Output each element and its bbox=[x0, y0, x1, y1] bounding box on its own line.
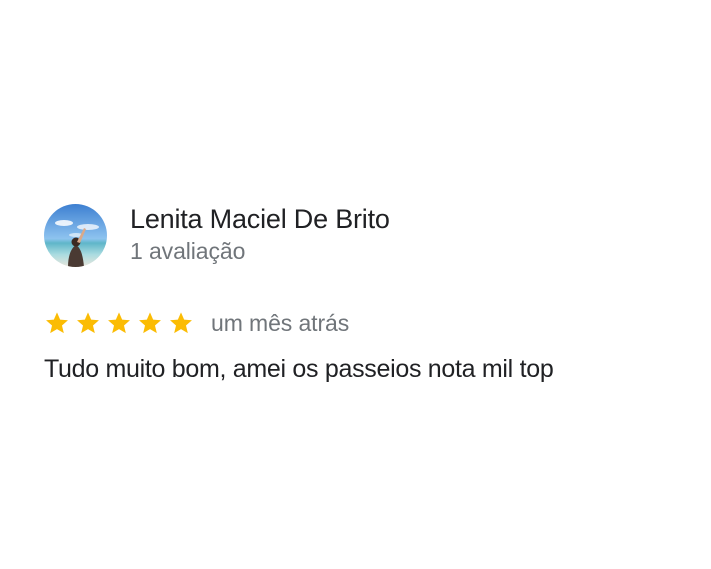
avatar[interactable] bbox=[44, 203, 107, 267]
author-info: Lenita Maciel De Brito 1 avaliação bbox=[130, 203, 390, 267]
star-icon bbox=[106, 310, 132, 336]
review-header: Lenita Maciel De Brito 1 avaliação bbox=[44, 203, 684, 267]
review-text: Tudo muito bom, amei os passeios nota mi… bbox=[44, 355, 554, 383]
star-icon bbox=[44, 310, 70, 336]
star-icon bbox=[137, 310, 163, 336]
star-icon bbox=[75, 310, 101, 336]
star-icon bbox=[168, 310, 194, 336]
review-card: Lenita Maciel De Brito 1 avaliação um mê… bbox=[44, 203, 684, 385]
rating-row: um mês atrás bbox=[44, 307, 684, 339]
author-name[interactable]: Lenita Maciel De Brito bbox=[130, 203, 390, 236]
star-rating bbox=[44, 310, 199, 336]
avatar-photo bbox=[44, 203, 107, 267]
author-review-count[interactable]: 1 avaliação bbox=[130, 236, 390, 267]
review-date: um mês atrás bbox=[211, 309, 350, 336]
